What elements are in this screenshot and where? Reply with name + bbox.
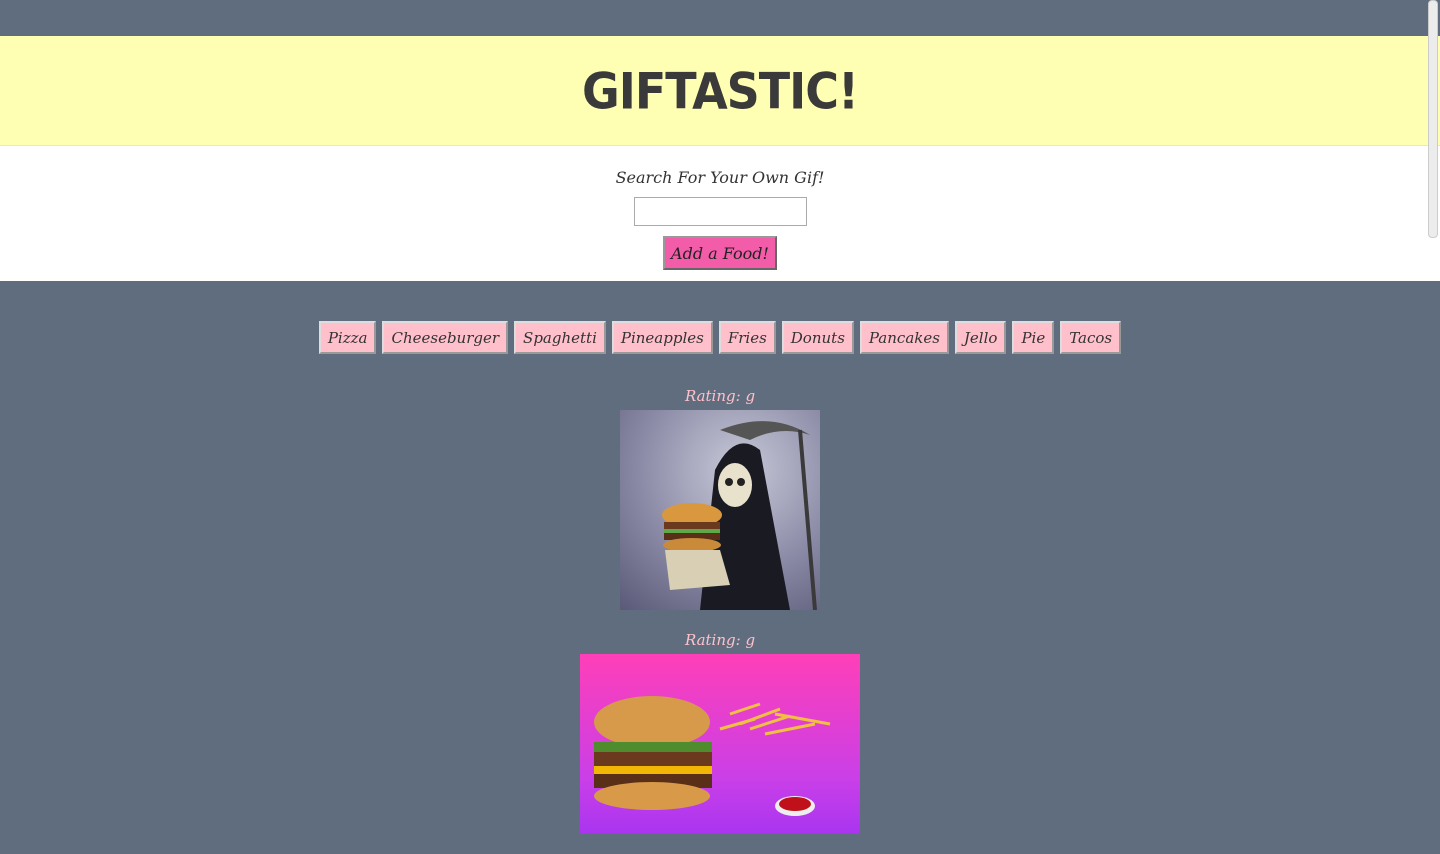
- gif-item: Rating: g: [620, 386, 820, 610]
- gif-image[interactable]: [580, 654, 860, 834]
- food-button-tacos[interactable]: Tacos: [1060, 321, 1122, 354]
- food-button-fries[interactable]: Fries: [718, 321, 776, 354]
- food-button-pineapples[interactable]: Pineapples: [611, 321, 713, 354]
- food-button-pie[interactable]: Pie: [1012, 321, 1055, 354]
- food-button-cheeseburger[interactable]: Cheeseburger: [382, 321, 509, 354]
- food-button-pancakes[interactable]: Pancakes: [859, 321, 949, 354]
- gif-rating: Rating: g: [684, 387, 756, 405]
- gif-results: Rating: g Rating: g: [0, 386, 1440, 854]
- add-food-button[interactable]: Add a Food!: [663, 236, 777, 270]
- gif-rating: Rating: g: [684, 631, 756, 649]
- search-input[interactable]: [633, 197, 807, 226]
- food-button-donuts[interactable]: Donuts: [781, 321, 854, 354]
- search-form: Search For Your Own Gif! Add a Food!: [0, 146, 1440, 281]
- scrollbar[interactable]: [1428, 0, 1438, 238]
- gif-image[interactable]: [620, 410, 820, 610]
- grim-reaper-burger-image: [662, 421, 817, 610]
- page-header: GIFTASTIC!: [0, 36, 1440, 146]
- food-button-pizza[interactable]: Pizza: [318, 321, 377, 354]
- burger-fries-image: [594, 696, 831, 816]
- food-button-jello[interactable]: Jello: [954, 321, 1007, 354]
- search-label: Search For Your Own Gif!: [615, 168, 825, 187]
- page-title: GIFTASTIC!: [581, 61, 859, 120]
- food-button-spaghetti[interactable]: Spaghetti: [514, 321, 606, 354]
- food-button-list: Pizza Cheeseburger Spaghetti Pineapples …: [0, 321, 1440, 354]
- top-bar: [0, 0, 1440, 36]
- gif-item: Rating: g: [580, 630, 860, 834]
